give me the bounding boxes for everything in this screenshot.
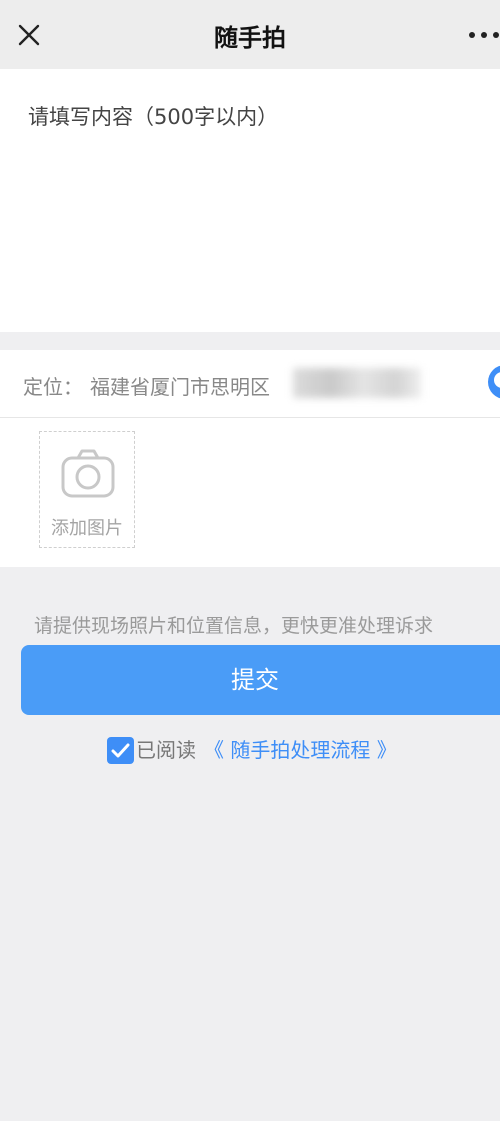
- agreement-prefix: 已阅读: [136, 738, 196, 762]
- content-input[interactable]: [28, 101, 478, 311]
- more-icon[interactable]: [466, 23, 500, 47]
- process-link[interactable]: 《 随手拍处理流程 》: [204, 734, 397, 763]
- location-photo-card: 定位： 福建省厦门市思明区 添加图片: [0, 350, 500, 567]
- location-label: 定位：: [23, 375, 83, 399]
- checkbox-checked-icon[interactable]: [107, 737, 134, 764]
- page-title: 随手拍: [214, 24, 286, 52]
- content-section: [0, 69, 500, 332]
- location-row: 定位： 福建省厦门市思明区: [0, 350, 500, 418]
- locate-icon[interactable]: [488, 365, 500, 399]
- top-nav-bar: 随手拍: [0, 0, 500, 69]
- location-detail-redacted: [293, 368, 421, 398]
- camera-icon: [61, 449, 115, 498]
- location-value: 福建省厦门市思明区: [90, 375, 270, 399]
- hint-text: 请提供现场照片和位置信息，更快更准处理诉求: [34, 615, 434, 637]
- add-photo-label: 添加图片: [51, 518, 123, 539]
- add-photo-button[interactable]: 添加图片: [39, 431, 135, 548]
- submit-button[interactable]: 提交: [21, 645, 500, 715]
